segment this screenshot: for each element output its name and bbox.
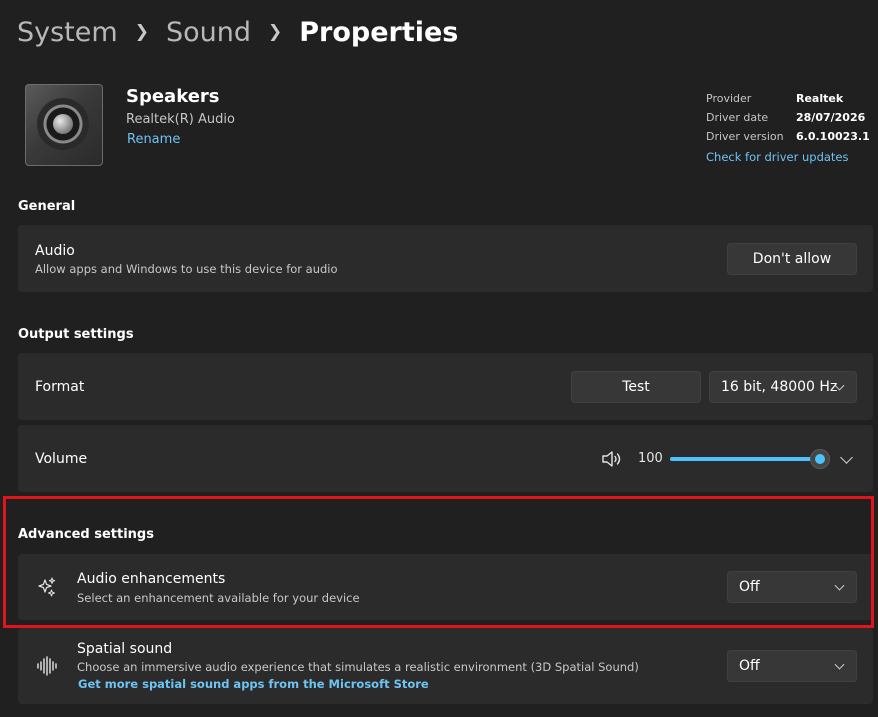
spatial-sound-icon [37, 656, 57, 676]
provider-value: Realtek [796, 92, 844, 105]
audio-description: Allow apps and Windows to use this devic… [35, 262, 338, 276]
test-button[interactable]: Test [571, 371, 701, 403]
spatial-sound-store-link[interactable]: Get more spatial sound apps from the Mic… [78, 677, 429, 691]
page-title: Properties [299, 16, 459, 48]
spatial-sound-description: Choose an immersive audio experience tha… [77, 660, 639, 674]
rename-link[interactable]: Rename [127, 132, 180, 147]
highlight-box [3, 496, 874, 628]
spatial-sound-card: Spatial sound Choose an immersive audio … [18, 628, 873, 704]
spatial-sound-title: Spatial sound [77, 641, 173, 657]
section-title-general: General [18, 199, 76, 214]
spatial-sound-dropdown[interactable]: Off [727, 650, 857, 682]
driver-version-value: 6.0.10023.1 [796, 130, 870, 143]
format-value: 16 bit, 48000 Hz [721, 379, 838, 395]
chevron-down-icon [834, 659, 845, 670]
volume-slider-thumb[interactable] [810, 449, 830, 469]
format-label: Format [35, 379, 85, 395]
chevron-right-icon: ❯ [267, 22, 283, 42]
breadcrumb: System ❯ Sound ❯ Properties [17, 12, 458, 52]
speaker-device-icon [25, 84, 103, 166]
volume-value: 100 [638, 451, 663, 466]
speaker-volume-icon[interactable] [601, 449, 625, 469]
volume-slider-track[interactable] [670, 457, 820, 461]
driver-date-value: 28/07/2026 [796, 111, 866, 124]
driver-date-label: Driver date [706, 111, 769, 124]
spatial-sound-value: Off [739, 658, 760, 674]
chevron-right-icon: ❯ [134, 22, 149, 42]
section-title-output: Output settings [18, 327, 134, 342]
volume-label: Volume [35, 451, 88, 467]
format-card: Format Test 16 bit, 48000 Hz [18, 353, 873, 420]
device-name: Speakers [126, 86, 220, 107]
device-subtitle: Realtek(R) Audio [126, 112, 235, 127]
audio-title: Audio [35, 243, 75, 259]
breadcrumb-sound[interactable]: Sound [166, 17, 251, 48]
check-driver-updates-link[interactable]: Check for driver updates [706, 148, 870, 167]
audio-card: Audio Allow apps and Windows to use this… [18, 225, 873, 292]
breadcrumb-system[interactable]: System [17, 17, 118, 48]
format-dropdown[interactable]: 16 bit, 48000 Hz [709, 371, 857, 403]
provider-label: Provider [706, 92, 752, 105]
driver-version-label: Driver version [706, 130, 784, 143]
dont-allow-button[interactable]: Don't allow [727, 243, 857, 275]
driver-info: Provider Realtek Driver date 28/07/2026 Dr… [706, 89, 870, 167]
